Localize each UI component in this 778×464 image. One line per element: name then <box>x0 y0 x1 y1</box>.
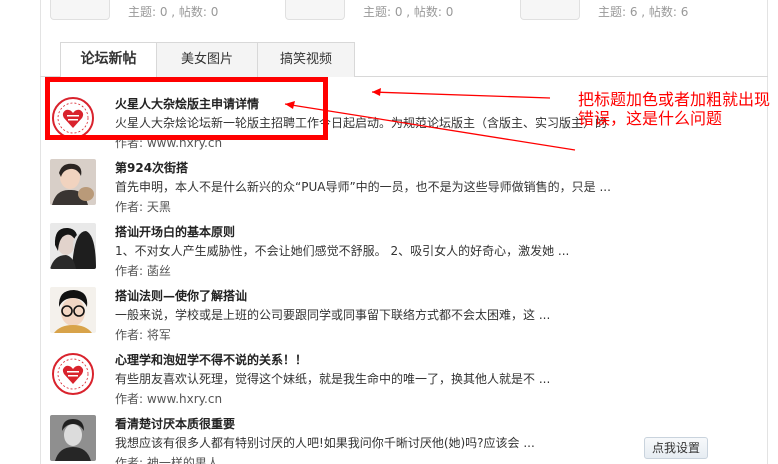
user-avatar[interactable] <box>50 287 96 333</box>
post-excerpt: 我想应该有很多人都有特别讨厌的人吧!如果我问你千晰讨厌他(她)吗?应该会 ... <box>115 436 535 450</box>
user-photo-icon <box>50 223 96 269</box>
tab-beauty-pictures[interactable]: 美女图片 <box>156 42 258 77</box>
heart-seal-icon <box>52 353 94 395</box>
post-title[interactable]: 第924次街搭 <box>115 159 188 176</box>
heart-seal-icon <box>52 97 94 139</box>
settings-button[interactable]: 点我设置 <box>644 437 708 459</box>
post-author[interactable]: 作者: 菡丝 <box>115 262 171 279</box>
post-author[interactable]: 作者: www.hxry.cn <box>115 390 222 407</box>
content-tabs: 论坛新帖 美女图片 搞笑视频 <box>40 42 768 78</box>
post-item: 搭讪法则—使你了解搭讪 一般来说，学校或是上班的公司要跟同学或同事留下联络方式都… <box>50 287 750 349</box>
forum-stat-text: 主题: 6 , 帖数: 6 <box>598 5 689 19</box>
post-excerpt: 首先申明，本人不是什么新兴的众“PUA导师”中的一员，也不是为这些导师做销售的，… <box>115 180 611 194</box>
post-excerpt: 一般来说，学校或是上班的公司要跟同学或同事留下联络方式都不会太困难，这 ... <box>115 308 551 322</box>
post-item: 心理学和泡妞学不得不说的关系！！ 有些朋友喜欢认死理，觉得这个妹纸，就是我生命中… <box>50 351 750 413</box>
post-excerpt: 有些朋友喜欢认死理，觉得这个妹纸，就是我生命中的唯一了，换其他人就是不 ... <box>115 372 551 386</box>
user-photo-icon <box>50 159 96 205</box>
post-item: 第924次街搭 首先申明，本人不是什么新兴的众“PUA导师”中的一员，也不是为这… <box>50 159 750 221</box>
post-author[interactable]: 作者: 天黑 <box>115 198 171 215</box>
tab-funny-videos[interactable]: 搞笑视频 <box>257 42 355 77</box>
post-title[interactable]: 搭讪法则—使你了解搭讪 <box>115 287 247 304</box>
post-title[interactable]: 火星人大杂烩版主申请详情 <box>115 95 259 112</box>
post-author[interactable]: 作者: 将军 <box>115 326 171 343</box>
post-title[interactable]: 看清楚讨厌本质很重要 <box>115 415 235 432</box>
user-avatar[interactable] <box>50 223 96 269</box>
forum-thumbnail[interactable] <box>285 0 345 20</box>
user-avatar[interactable] <box>50 415 96 461</box>
site-logo-avatar[interactable] <box>50 95 96 141</box>
post-author[interactable]: 作者: 神一样的男人 <box>115 454 219 464</box>
user-photo-icon <box>50 287 96 333</box>
user-photo-icon <box>50 415 96 461</box>
forum-thumbnail[interactable] <box>520 0 580 20</box>
forum-stats-row: 主题: 0 , 帖数: 0 主题: 0 , 帖数: 0 主题: 6 , 帖数: … <box>40 0 768 22</box>
tab-forum-new-posts[interactable]: 论坛新帖 <box>60 42 157 78</box>
post-author[interactable]: 作者: www.hxry.cn <box>115 134 222 151</box>
post-item: 搭讪开场白的基本原则 1、不对女人产生威胁性，不会让她们感觉不舒服。 2、吸引女… <box>50 223 750 285</box>
forum-stat-text: 主题: 0 , 帖数: 0 <box>128 5 219 19</box>
post-title[interactable]: 心理学和泡妞学不得不说的关系！！ <box>115 351 307 368</box>
forum-thumbnail[interactable] <box>50 0 110 20</box>
site-logo-avatar[interactable] <box>50 351 96 397</box>
user-avatar[interactable] <box>50 159 96 205</box>
forum-stat-text: 主题: 0 , 帖数: 0 <box>363 5 454 19</box>
post-title[interactable]: 搭讪开场白的基本原则 <box>115 223 235 240</box>
annotation-text: 把标题加色或者加粗就出现错误，这是什么问题 <box>578 90 771 128</box>
post-excerpt: 1、不对女人产生威胁性，不会让她们感觉不舒服。 2、吸引女人的好奇心，激发她 .… <box>115 244 570 258</box>
